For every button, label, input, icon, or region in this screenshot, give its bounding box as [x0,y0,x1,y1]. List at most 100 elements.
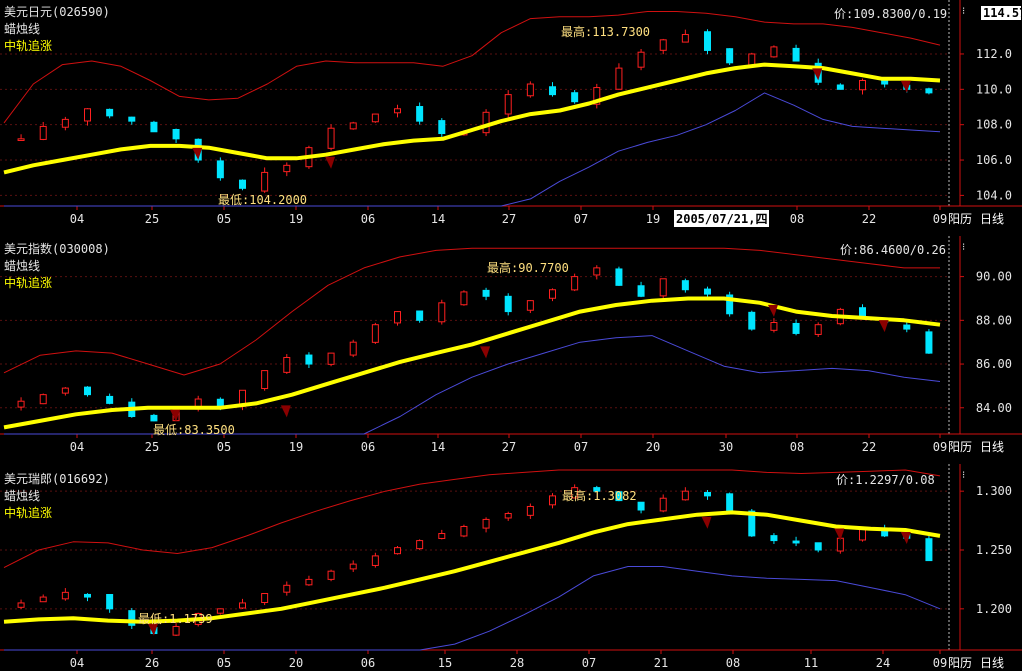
candle[interactable] [283,354,291,374]
candle[interactable] [416,310,424,323]
candle[interactable] [659,38,667,55]
candle[interactable] [637,501,645,514]
candle[interactable] [571,90,579,104]
candle[interactable] [593,83,601,109]
candle[interactable] [261,593,269,606]
candle[interactable] [504,90,512,119]
candle[interactable] [460,290,468,306]
candle[interactable] [283,581,291,596]
candle[interactable] [438,118,446,139]
candle[interactable] [593,265,601,280]
candle[interactable] [615,266,623,286]
candle[interactable] [394,104,401,118]
candle[interactable] [814,542,822,553]
mode-calendar[interactable]: 阳历 [948,210,973,227]
candle[interactable] [859,304,866,317]
candle[interactable] [61,588,69,601]
candle[interactable] [526,300,534,314]
candle[interactable] [239,598,246,610]
candle[interactable] [39,393,47,405]
candle[interactable] [106,594,114,613]
candle[interactable] [327,352,335,367]
candle[interactable] [726,291,734,317]
candle[interactable] [216,157,224,181]
candle[interactable] [792,536,800,547]
candle[interactable] [659,278,667,299]
candle[interactable] [792,319,800,336]
candle[interactable] [925,534,933,562]
candle[interactable] [526,81,534,98]
candle[interactable] [349,121,357,130]
candle[interactable] [726,48,734,66]
candle[interactable] [526,503,534,519]
candle[interactable] [371,552,379,568]
candle[interactable] [150,120,158,133]
candle[interactable] [482,517,490,533]
axis-handle-icon[interactable]: ⁝ [962,470,965,481]
candle[interactable] [704,286,711,298]
candle[interactable] [17,397,25,411]
candle[interactable] [681,29,689,43]
candle[interactable] [748,310,756,331]
chart-panel-usdjpy[interactable]: 104.0 106.0 108.0 110.0 112.0 04 25 05 19 06 14 27 0… [0,0,1022,230]
candle[interactable] [925,329,933,354]
candle[interactable] [39,594,47,603]
candle[interactable] [659,494,667,513]
candle[interactable] [792,44,800,62]
candle[interactable] [704,29,711,55]
candle[interactable] [349,560,357,572]
candle[interactable] [460,524,468,538]
candle[interactable] [681,278,689,293]
candle[interactable] [128,608,136,630]
candle[interactable] [925,87,933,95]
candle[interactable] [836,83,844,90]
candle[interactable] [416,539,424,551]
usdjpy-chart-svg[interactable]: 104.0 106.0 108.0 110.0 112.0 04 25 05 19 06 14 27 0… [0,0,1022,230]
candle[interactable] [84,386,91,397]
chart-panel-usdchf[interactable]: 1.200 1.250 1.300 04 26 05 20 06 15 28 07 21 08 11 24 0… [0,464,1022,671]
candle[interactable] [84,593,91,602]
mode-daily[interactable]: 日线 [980,654,1005,671]
candle[interactable] [84,108,91,126]
candle[interactable] [283,162,291,177]
candle[interactable] [438,299,446,325]
axis-handle-icon[interactable]: ⁝ [962,6,965,17]
candle[interactable] [549,288,556,302]
candle[interactable] [172,128,180,143]
candle[interactable] [394,311,401,326]
candle[interactable] [416,102,424,125]
candle[interactable] [371,322,379,344]
candle[interactable] [770,45,778,58]
candle[interactable] [615,63,623,90]
axis-handle-icon[interactable]: ⁝ [962,242,965,253]
candle[interactable] [261,370,269,391]
candle[interactable] [239,179,246,191]
mode-calendar[interactable]: 阳历 [948,654,973,671]
candle[interactable] [327,124,335,151]
candle[interactable] [61,116,69,131]
candle[interactable] [394,545,401,555]
candle[interactable] [305,575,313,586]
candle[interactable] [61,387,69,396]
candle[interactable] [504,511,512,521]
candle[interactable] [371,113,379,123]
candle[interactable] [17,134,25,141]
candle[interactable] [106,393,114,405]
candle[interactable] [261,167,269,193]
candle[interactable] [482,109,490,137]
candle[interactable] [482,287,490,301]
candle[interactable] [106,108,114,119]
mode-daily[interactable]: 日线 [980,210,1005,227]
candle[interactable] [216,608,224,615]
candle[interactable] [637,48,645,71]
mode-calendar[interactable]: 阳历 [948,438,973,455]
chart-panel-usdx[interactable]: 84.00 86.00 88.00 90.00 04 25 05 19 06 14 27 07 20 30… [0,236,1022,458]
candle[interactable] [17,599,25,610]
candle[interactable] [349,339,357,358]
candle[interactable] [571,273,579,292]
candle[interactable] [770,533,778,544]
candle[interactable] [438,529,446,540]
candle[interactable] [327,569,335,582]
mode-daily[interactable]: 日线 [980,438,1005,455]
candle[interactable] [859,78,866,95]
